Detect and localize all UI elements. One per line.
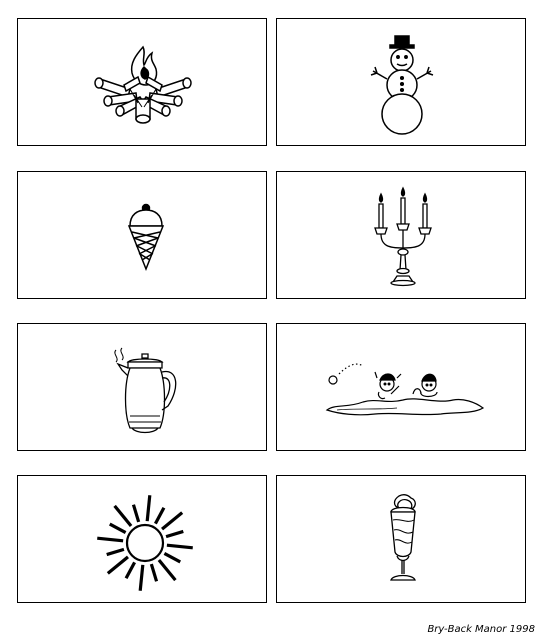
coffee-percolator-icon xyxy=(18,324,268,452)
ice-cream-cone-icon xyxy=(18,172,268,300)
sun-ray xyxy=(162,513,182,529)
snowman-icon xyxy=(277,19,527,147)
picture-card-snowball-fight[interactable] xyxy=(276,323,526,451)
sun-icon xyxy=(18,476,268,604)
candelabra-icon xyxy=(277,172,527,300)
sun-ray xyxy=(166,531,183,536)
sun-ray xyxy=(164,553,180,562)
sun-ray xyxy=(107,549,124,554)
sun-ray xyxy=(147,495,150,521)
sun-ray xyxy=(167,545,193,548)
picture-card-ice-cream-sundae[interactable] xyxy=(276,475,526,603)
picture-card-campfire[interactable] xyxy=(17,18,267,146)
sun-ray xyxy=(115,506,131,526)
sun-ray xyxy=(110,524,126,533)
sun-ray xyxy=(133,505,138,522)
campfire-icon xyxy=(18,19,268,147)
picture-card-candelabra[interactable] xyxy=(276,171,526,299)
snowball-fight-icon xyxy=(277,324,527,452)
picture-card-sun[interactable] xyxy=(17,475,267,603)
picture-card-coffee-percolator[interactable] xyxy=(17,323,267,451)
picture-card-ice-cream-cone[interactable] xyxy=(17,171,267,299)
sun-ray xyxy=(140,565,143,591)
sun-ray xyxy=(97,538,123,541)
sun-ray xyxy=(126,562,135,578)
sun-ray xyxy=(108,557,128,573)
copyright-credit: Bry-Back Manor 1998 xyxy=(427,624,535,635)
sun-ray xyxy=(155,508,164,524)
sun-ray xyxy=(159,560,175,580)
sun-ray xyxy=(151,564,156,581)
picture-card-snowman[interactable] xyxy=(276,18,526,146)
ice-cream-sundae-icon xyxy=(277,476,527,604)
